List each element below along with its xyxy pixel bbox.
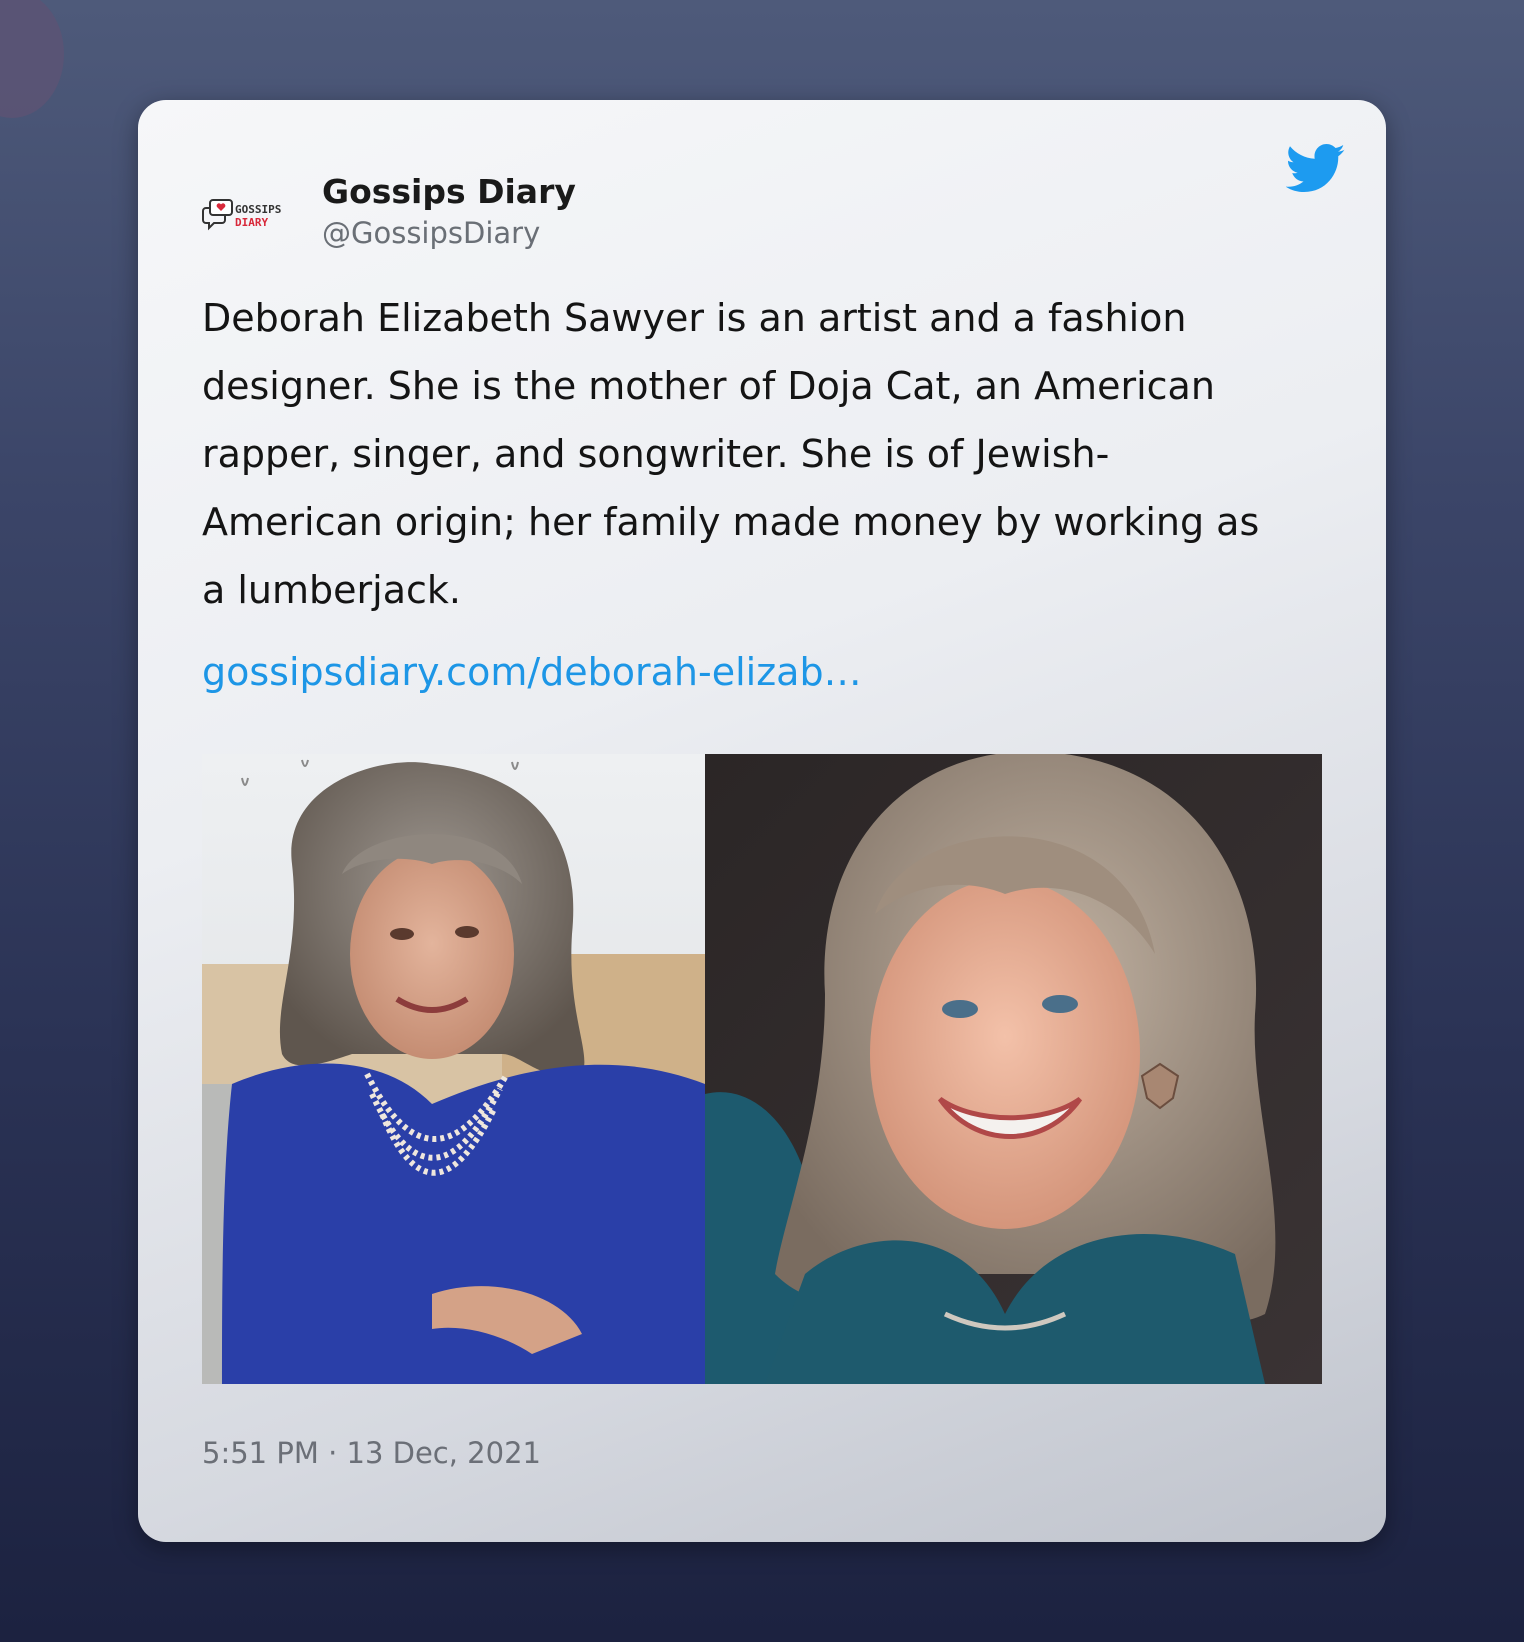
svg-text:DIARY: DIARY	[235, 216, 268, 229]
tweet-link[interactable]: gossipsdiary.com/deborah-elizab…	[202, 650, 862, 694]
avatar[interactable]: GOSSIPS DIARY	[202, 196, 298, 236]
photo-left[interactable]	[202, 754, 705, 1384]
author-name[interactable]: Gossips Diary	[322, 172, 576, 211]
svg-text:GOSSIPS: GOSSIPS	[235, 203, 281, 216]
author-handle[interactable]: @GossipsDiary	[322, 216, 540, 250]
tweet-card[interactable]: GOSSIPS DIARY Gossips Diary @GossipsDiar…	[138, 100, 1386, 1542]
background-decoration	[0, 0, 64, 118]
twitter-bird-icon[interactable]	[1286, 144, 1346, 194]
chat-bubble-icon	[202, 199, 233, 231]
photo-right[interactable]	[705, 754, 1322, 1384]
tweet-text: Deborah Elizabeth Sawyer is an artist an…	[202, 296, 1260, 612]
tweet-media[interactable]	[202, 754, 1322, 1384]
tweet-timestamp[interactable]: 5:51 PM · 13 Dec, 2021	[202, 1436, 541, 1470]
